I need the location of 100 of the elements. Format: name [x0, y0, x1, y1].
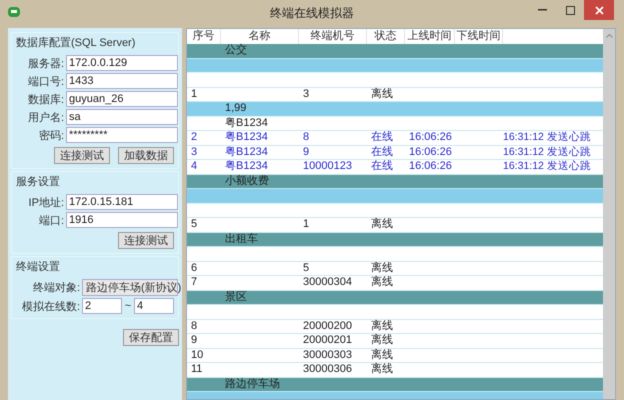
table-row[interactable] [187, 204, 603, 218]
close-icon [594, 6, 604, 14]
input-field[interactable]: 1916 [66, 212, 178, 228]
table-cell-text: 20000201 [302, 334, 353, 348]
input-field[interactable]: guyuan_26 [66, 91, 178, 107]
field-label: 模拟在线数: [20, 300, 80, 314]
table-cell-text: 离线 [370, 262, 394, 275]
table-cell-text: 8 [190, 320, 198, 333]
table-cell-text: 30000303 [302, 348, 353, 362]
table-cell-text: 在线 [370, 160, 394, 174]
table-cell-text: 16:31:12 发送心跳 [503, 160, 592, 174]
table-row[interactable]: 2 粤B1234 8 在线 16:06:26 16:31:12 发送心跳 [187, 131, 603, 146]
table-row[interactable]: 8 20000200 离线 [187, 320, 603, 334]
table-cell-text: 离线 [370, 218, 394, 232]
table-cell-text: 3 [190, 146, 198, 159]
group-row[interactable]: 景区 [187, 290, 603, 305]
table-cell-text: 30000304 [302, 276, 353, 290]
field-label: 服务器: [26, 56, 64, 70]
group-name: 出租车 [224, 232, 259, 246]
table-row[interactable]: 11 30000306 离线 [187, 363, 603, 378]
table-cell-text: 离线 [370, 88, 394, 101]
table-cell-text: 1 [190, 88, 198, 101]
group-row[interactable]: 出租车 [187, 232, 603, 247]
input-field[interactable]: sa [66, 109, 178, 125]
field-label: 端口号: [26, 74, 64, 88]
table-cell-text: 10 [190, 348, 204, 362]
group-title: 终端设置 [16, 260, 61, 275]
table-cell-text: 粤B1234 [224, 116, 269, 130]
table-cell-text: 粤B1234 [224, 160, 269, 174]
table-cell-text: 16:06:26 [408, 131, 453, 144]
table-cell-text: 9 [190, 334, 198, 348]
table-cell-text: 1,99 [224, 102, 248, 116]
table-row[interactable]: 粤B1234 [187, 116, 603, 131]
range-separator: ~ [124, 300, 132, 312]
table-cell-text: 16:31:12 发送心跳 [503, 131, 592, 144]
save-button[interactable]: 保存配置 [123, 329, 179, 346]
table-cell-text: 离线 [370, 363, 394, 376]
group-title: 数据库配置(SQL Server) [16, 36, 136, 51]
band-row[interactable]: 1,99 [187, 102, 603, 116]
table-cell-text: 3 [302, 88, 310, 101]
table-cell-text: 6 [190, 262, 198, 275]
table-cell-text: 9 [302, 146, 310, 159]
group-name: 路边停车场 [224, 378, 281, 391]
action-button[interactable]: 连接测试 [54, 147, 110, 164]
table-cell-text: 离线 [370, 320, 394, 333]
group-row[interactable]: 路边停车场 [187, 378, 603, 392]
field-label: 密码: [38, 128, 64, 142]
table-row[interactable]: 9 20000201 离线 [187, 334, 603, 348]
table-row[interactable]: 5 1 离线 [187, 218, 603, 232]
field-label: 数据库: [26, 92, 64, 106]
input-field[interactable]: 1433 [66, 73, 178, 89]
table-cell-text: 10000123 [302, 160, 353, 174]
table-row[interactable]: 7 30000304 离线 [187, 276, 603, 290]
group-title: 服务设置 [16, 175, 61, 190]
table-cell-text: 离线 [370, 348, 394, 362]
window-title: 终端在线模拟器 [269, 5, 355, 22]
table-row[interactable]: 3 粤B1234 9 在线 16:06:26 16:31:12 发送心跳 [187, 146, 603, 160]
scrollbar[interactable] [603, 29, 615, 399]
input-field[interactable]: 172.0.0.129 [66, 55, 178, 71]
input-field[interactable]: ********* [66, 127, 178, 143]
table-cell-text: 5 [190, 218, 198, 232]
table-cell-text: 1 [302, 218, 310, 232]
field-label: 终端对象: [32, 281, 80, 295]
table-cell-text: 11 [190, 363, 204, 376]
input-field[interactable]: 172.0.15.181 [66, 194, 178, 210]
input-field[interactable]: 4 [134, 298, 174, 314]
table-row[interactable]: 1 3 离线 [187, 88, 603, 102]
group-name: 小额收费 [224, 174, 270, 188]
field-label: 端口: [38, 214, 64, 228]
band-row[interactable] [187, 58, 603, 73]
close-button[interactable] [584, 0, 614, 20]
band-row[interactable] [187, 189, 603, 204]
table-cell-text: 2 [190, 131, 198, 144]
group-name: 景区 [224, 290, 248, 304]
action-button[interactable]: 连接测试 [118, 232, 174, 249]
table-row[interactable]: 10 30000303 离线 [187, 348, 603, 363]
table-cell-text: 20000200 [302, 320, 353, 333]
action-button[interactable]: 加载数据 [118, 147, 174, 164]
app-icon [8, 7, 20, 17]
table-cell-text: 粤B1234 [224, 146, 269, 159]
minimize-icon [538, 9, 546, 11]
table-cell-text: 8 [302, 131, 310, 144]
table-row[interactable]: 4 粤B1234 10000123 在线 16:06:26 16:31:12 发送心跳 [187, 160, 603, 174]
table-cell-text: 7 [190, 276, 198, 290]
table-cell-text: 在线 [370, 146, 394, 159]
input-field[interactable]: 2 [82, 298, 122, 314]
field-label: IP地址: [28, 196, 64, 210]
group-name: 公交 [224, 44, 248, 58]
table-cell-text: 在线 [370, 131, 394, 144]
group-row[interactable]: 小额收费 [187, 174, 603, 189]
table-row[interactable]: 6 5 离线 [187, 262, 603, 276]
table-cell-text: 16:31:12 发送心跳 [503, 146, 592, 159]
table-cell-text: 5 [302, 262, 310, 275]
maximize-icon [566, 6, 574, 14]
table-cell-text: 16:06:26 [408, 160, 453, 174]
group-row[interactable]: 公交 [187, 44, 603, 58]
field-label: 用户名: [26, 110, 64, 124]
table-cell-text: 4 [190, 160, 198, 174]
scroll-up-icon [606, 34, 612, 38]
table-cell-text: 30000306 [302, 363, 353, 376]
